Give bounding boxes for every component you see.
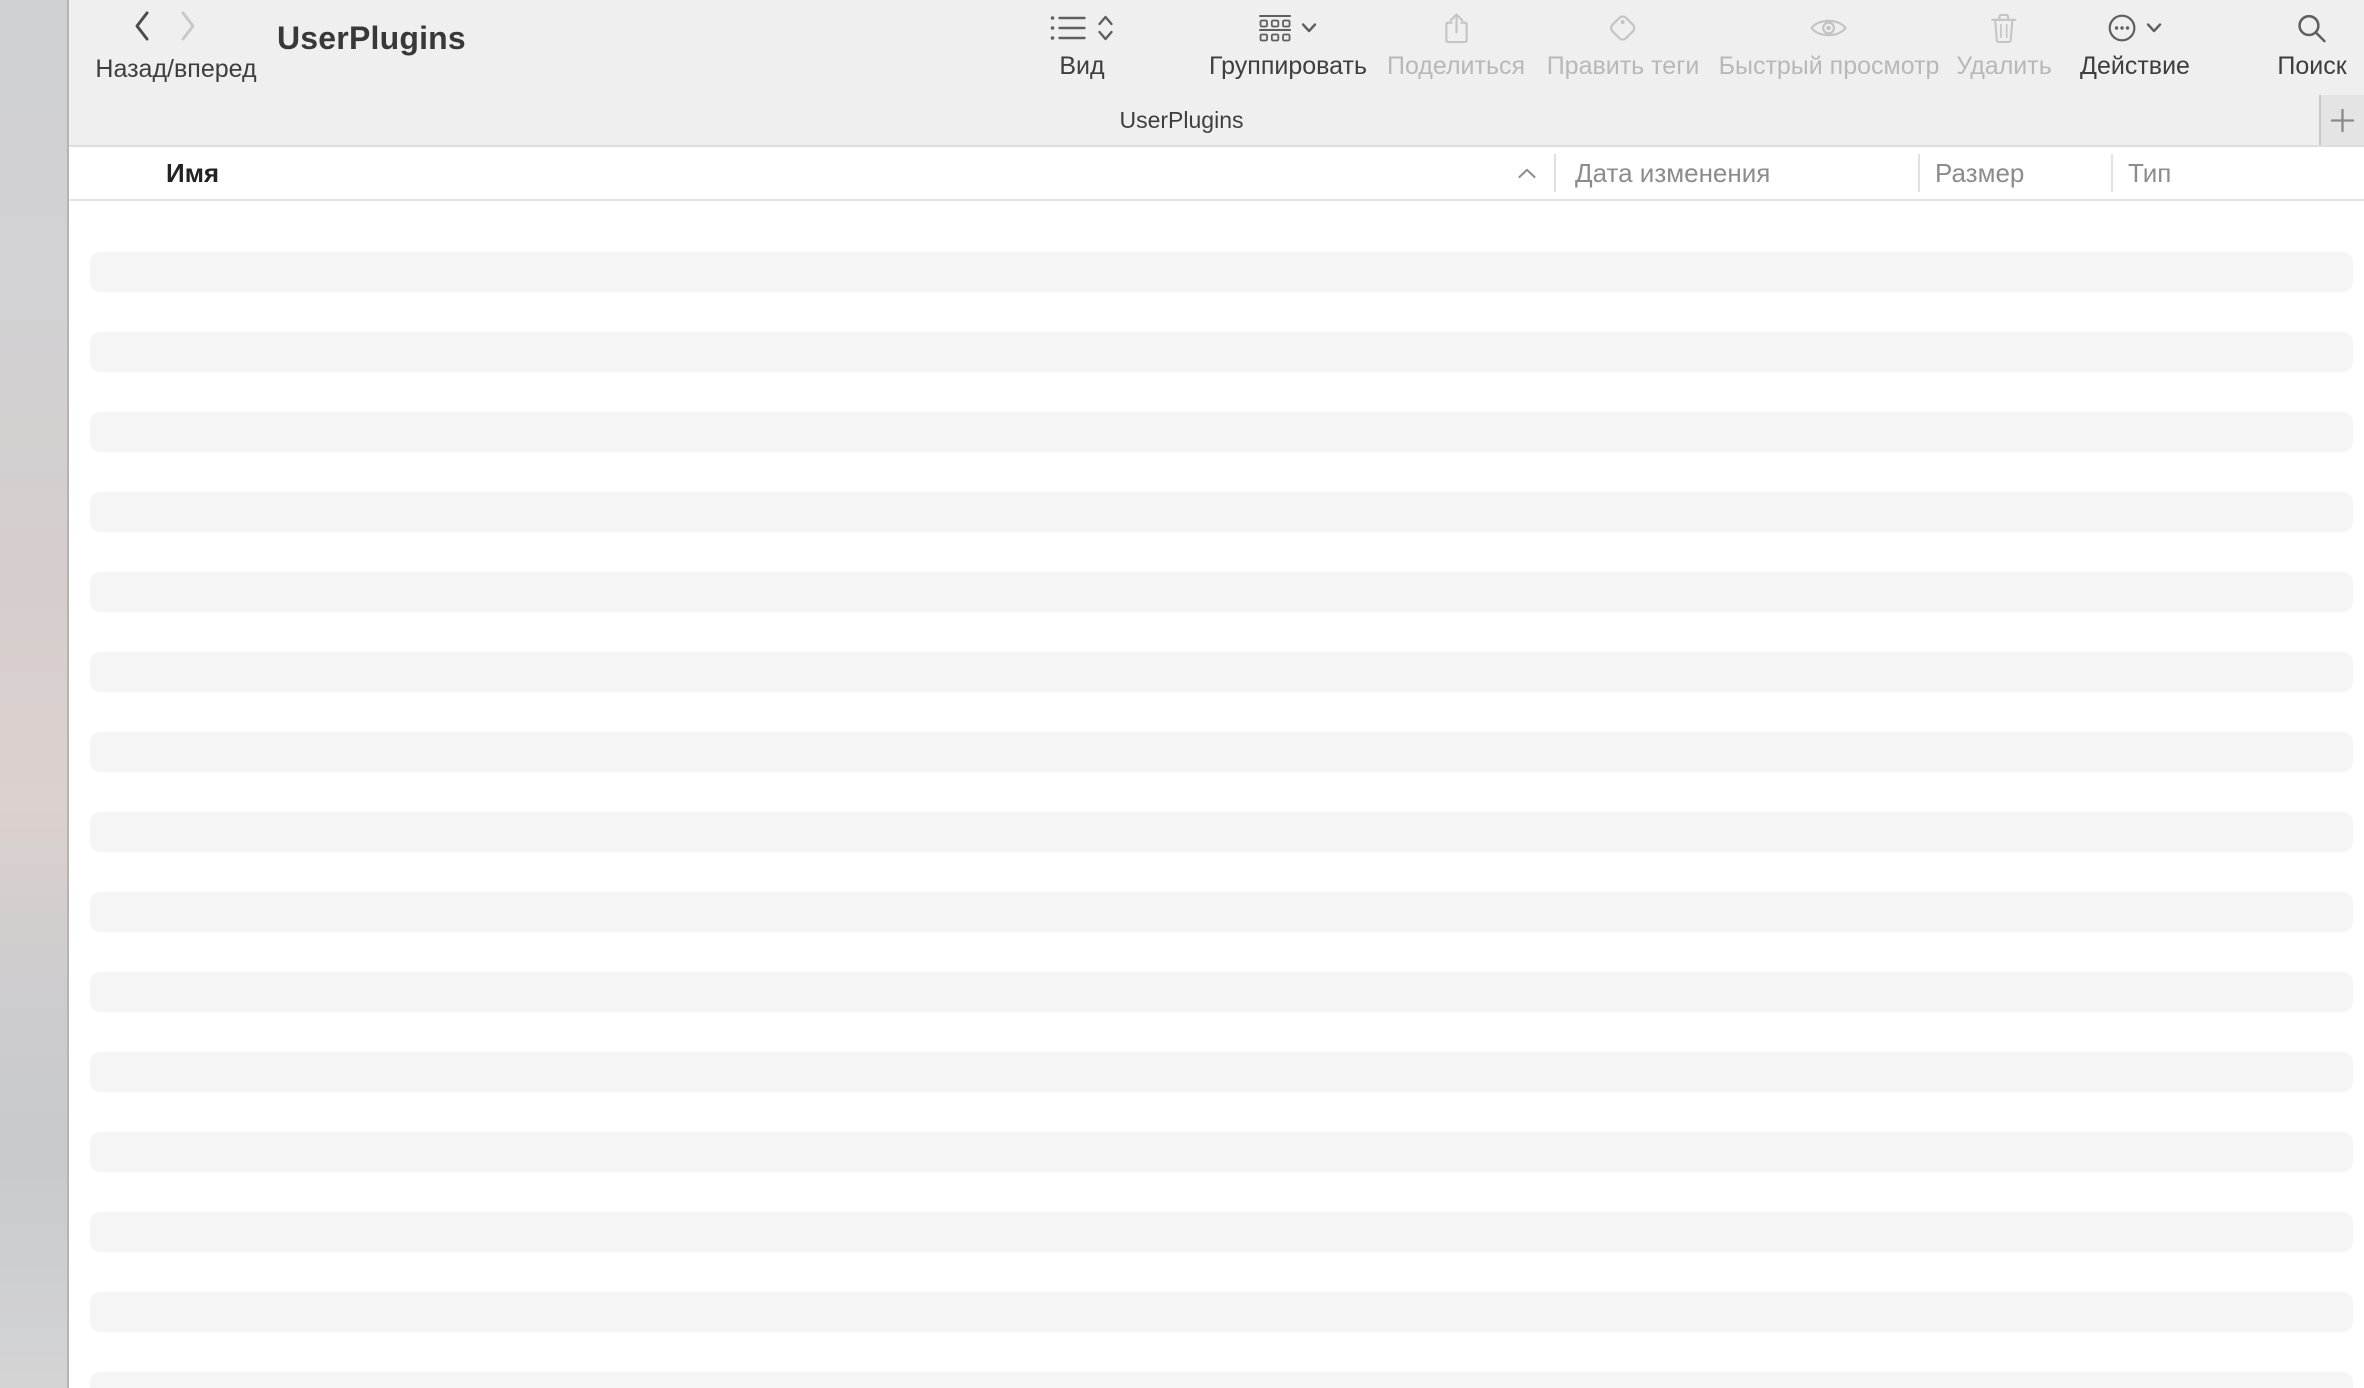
search-button-label: Поиск bbox=[2277, 52, 2346, 81]
column-resize-handle[interactable] bbox=[1554, 154, 1556, 192]
tag-icon-group bbox=[1606, 6, 1640, 50]
search-icon-group bbox=[2297, 6, 2328, 50]
delete-button-label: Удалить bbox=[1956, 52, 2051, 81]
skeleton-row[interactable] bbox=[90, 492, 2353, 532]
trash-icon bbox=[1990, 12, 2017, 45]
column-resize-handle[interactable] bbox=[1918, 154, 1920, 192]
ellipsis-circle-icon bbox=[2108, 13, 2138, 43]
skeleton-row[interactable] bbox=[90, 732, 2353, 772]
sort-ascending-icon bbox=[1517, 167, 1537, 180]
quick-look-button-label: Быстрый просмотр bbox=[1719, 52, 1940, 81]
quick-look-button[interactable]: Быстрый просмотр bbox=[1719, 6, 1940, 81]
chevron-down-icon bbox=[1302, 22, 1318, 34]
edit-tags-button[interactable]: Править теги bbox=[1547, 6, 1700, 81]
share-icon bbox=[1442, 11, 1471, 46]
delete-button[interactable]: Удалить bbox=[1956, 6, 2051, 81]
window-title: UserPlugins bbox=[277, 20, 466, 57]
list-column-header: Имя Дата изменения Размер Тип bbox=[69, 147, 2364, 201]
skeleton-row[interactable] bbox=[90, 572, 2353, 612]
column-header-name[interactable]: Имя bbox=[166, 147, 219, 199]
trash-icon-group bbox=[1990, 6, 2017, 50]
skeleton-row[interactable] bbox=[90, 812, 2353, 852]
plus-icon bbox=[2329, 107, 2356, 134]
chevron-up-down-icon bbox=[1097, 14, 1115, 42]
back-forward-label: Назад/вперед bbox=[95, 55, 256, 84]
list-view-icon bbox=[1050, 14, 1088, 42]
forward-button[interactable] bbox=[177, 9, 199, 43]
view-button-label: Вид bbox=[1059, 52, 1104, 81]
tab-bar: UserPlugins bbox=[69, 95, 2364, 147]
skeleton-row[interactable] bbox=[90, 332, 2353, 372]
share-button[interactable]: Поделиться bbox=[1387, 6, 1525, 81]
desktop-background-strip bbox=[0, 0, 69, 1388]
skeleton-row[interactable] bbox=[90, 892, 2353, 932]
view-button[interactable]: Вид bbox=[1050, 6, 1115, 81]
toolbar: Назад/вперед UserPlugins Вид bbox=[69, 0, 2364, 95]
finder-window: Назад/вперед UserPlugins Вид bbox=[69, 0, 2364, 1388]
skeleton-row[interactable] bbox=[90, 1372, 2353, 1388]
edit-tags-button-label: Править теги bbox=[1547, 52, 1700, 81]
file-list bbox=[69, 201, 2364, 1388]
chevron-left-icon bbox=[131, 9, 153, 43]
group-grid-icon bbox=[1259, 14, 1293, 42]
search-button[interactable]: Поиск bbox=[2277, 6, 2346, 81]
column-header-size[interactable]: Размер bbox=[1935, 147, 2024, 199]
skeleton-row[interactable] bbox=[90, 252, 2353, 292]
magnifier-icon bbox=[2297, 13, 2328, 44]
column-resize-handle[interactable] bbox=[2111, 154, 2113, 192]
skeleton-row[interactable] bbox=[90, 972, 2353, 1012]
skeleton-row[interactable] bbox=[90, 412, 2353, 452]
share-icon-group bbox=[1442, 6, 1471, 50]
chevron-down-icon bbox=[2147, 22, 2163, 34]
chevron-right-icon bbox=[177, 9, 199, 43]
column-header-type[interactable]: Тип bbox=[2128, 147, 2171, 199]
action-button-label: Действие bbox=[2080, 52, 2190, 81]
skeleton-row[interactable] bbox=[90, 1052, 2353, 1092]
skeleton-row[interactable] bbox=[90, 1132, 2353, 1172]
skeleton-row[interactable] bbox=[90, 1212, 2353, 1252]
skeleton-row[interactable] bbox=[90, 652, 2353, 692]
finder-screenshot: Назад/вперед UserPlugins Вид bbox=[0, 0, 2364, 1388]
action-button[interactable]: Действие bbox=[2080, 6, 2190, 81]
back-button[interactable] bbox=[131, 9, 153, 43]
tag-icon bbox=[1606, 11, 1640, 45]
action-icon-group bbox=[2108, 6, 2163, 50]
column-header-date-modified[interactable]: Дата изменения bbox=[1575, 147, 1770, 199]
skeleton-row[interactable] bbox=[90, 1292, 2353, 1332]
eye-icon bbox=[1809, 14, 1849, 42]
eye-icon-group bbox=[1809, 6, 1849, 50]
group-icon-group bbox=[1259, 6, 1318, 50]
group-button-label: Группировать bbox=[1209, 52, 1367, 81]
view-icon-group bbox=[1050, 6, 1115, 50]
share-button-label: Поделиться bbox=[1387, 52, 1525, 81]
tab-userplugins[interactable]: UserPlugins bbox=[69, 95, 2294, 145]
new-tab-button[interactable] bbox=[2319, 95, 2364, 145]
group-button[interactable]: Группировать bbox=[1209, 6, 1367, 81]
back-forward-group bbox=[131, 9, 199, 43]
